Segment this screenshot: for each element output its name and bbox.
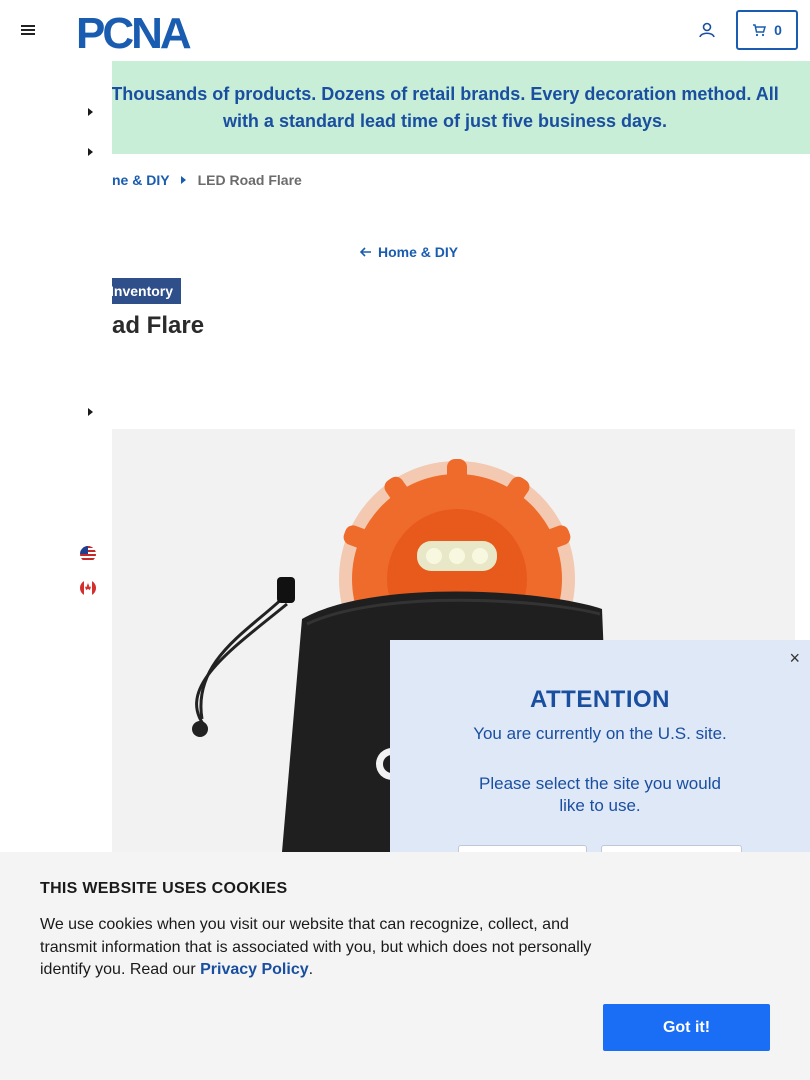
inventory-badge: Inventory [100, 278, 182, 304]
back-to-category-link[interactable]: Home & DIY [360, 244, 458, 260]
cookie-body-text: We use cookies when you visit our websit… [40, 916, 592, 978]
arrow-left-icon [360, 247, 371, 257]
cookie-body-end: . [308, 961, 314, 978]
cookie-body: We use cookies when you visit our websit… [40, 914, 620, 982]
breadcrumb-separator-icon [180, 176, 186, 184]
breadcrumb: ne & DIY LED Road Flare [112, 172, 302, 188]
back-link-label: Home & DIY [378, 244, 459, 260]
breadcrumb-current: LED Road Flare [197, 172, 302, 188]
promo-text: Thousands of products. Dozens of retail … [111, 83, 779, 131]
hamburger-menu-icon[interactable] [20, 22, 36, 38]
cart-icon [753, 24, 767, 37]
modal-title: ATTENTION [529, 686, 671, 713]
modal-instruction-text: Please select the site you would like to… [479, 774, 721, 815]
product-title: ad Flare [112, 312, 205, 339]
cart-button[interactable]: 0 [736, 10, 798, 50]
modal-current-site-text: You are currently on the U.S. site. [473, 724, 727, 743]
cart-count: 0 [774, 22, 782, 38]
caret-right-icon[interactable] [86, 407, 96, 417]
privacy-policy-link[interactable]: Privacy Policy [200, 961, 309, 978]
us-flag-icon[interactable] [80, 546, 96, 562]
logo-text: PCNA [76, 10, 191, 52]
close-icon[interactable]: × [789, 648, 800, 669]
cookie-banner: THIS WEBSITE USES COOKIES We use cookies… [0, 852, 810, 1080]
site-selection-modal: × ATTENTION You are currently on the U.S… [390, 640, 810, 865]
site-header: PCNA 0 [0, 0, 810, 61]
caret-right-icon[interactable] [86, 147, 96, 157]
pcna-logo[interactable]: PCNA [76, 10, 226, 52]
accept-cookies-button[interactable]: Got it! [603, 1004, 770, 1051]
account-icon[interactable] [698, 21, 716, 39]
cookie-title: THIS WEBSITE USES COOKIES [40, 880, 288, 897]
breadcrumb-home-diy[interactable]: ne & DIY [112, 172, 170, 188]
caret-right-icon[interactable] [86, 107, 96, 117]
promo-banner: Thousands of products. Dozens of retail … [0, 61, 810, 154]
canada-flag-icon[interactable] [80, 580, 96, 596]
